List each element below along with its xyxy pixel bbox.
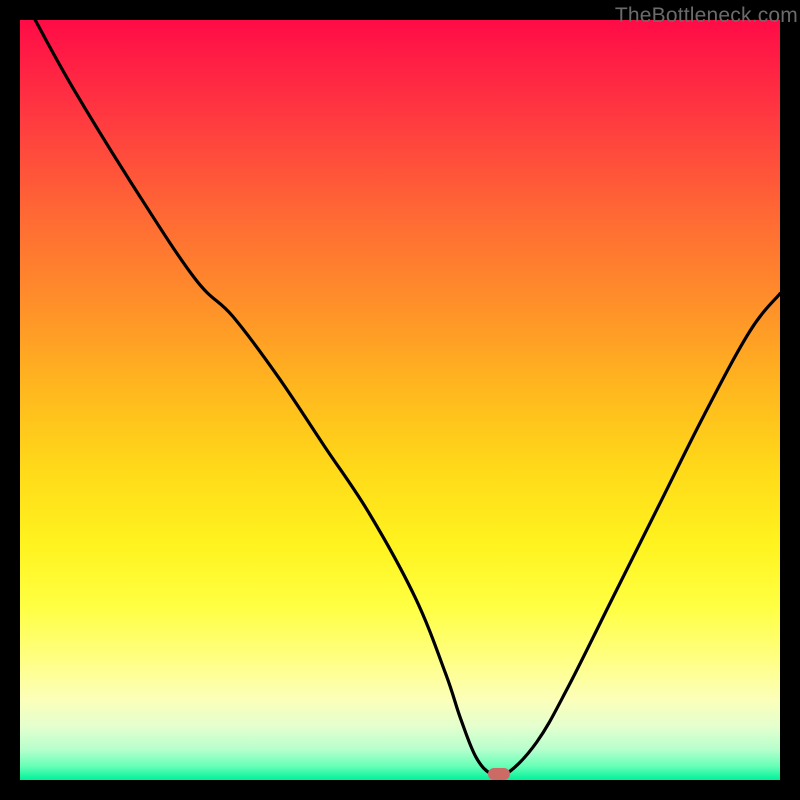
plot-area (20, 20, 780, 780)
curve-path (35, 20, 780, 777)
bottleneck-curve (20, 20, 780, 780)
optimal-marker (488, 768, 510, 780)
watermark-text: TheBottleneck.com (615, 4, 798, 28)
chart-frame: TheBottleneck.com (0, 0, 800, 800)
